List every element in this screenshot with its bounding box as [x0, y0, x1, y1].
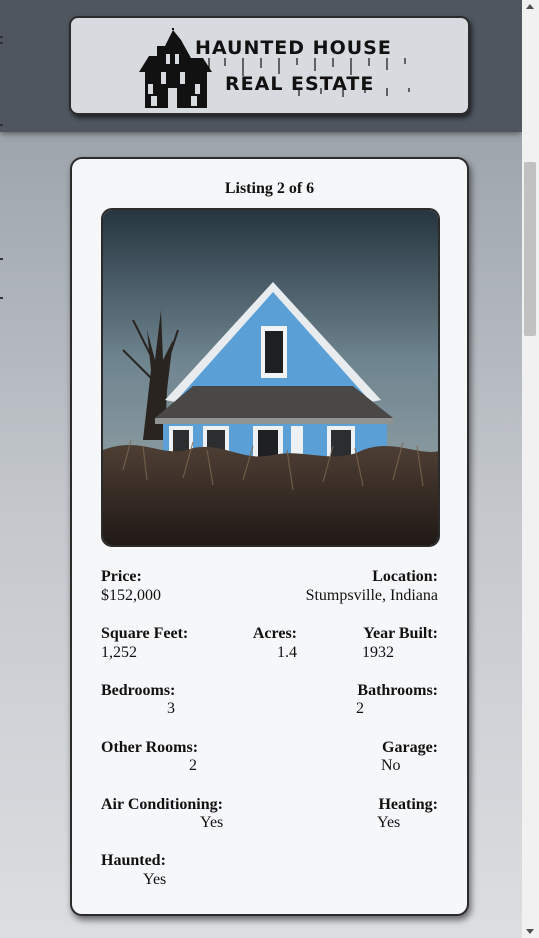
heating-value: Yes: [377, 814, 401, 831]
square-feet-label: Square Feet:: [101, 625, 189, 642]
location-label: Location:: [372, 568, 438, 585]
other-rooms-label: Other Rooms:: [101, 739, 199, 756]
year-built-label: Year Built:: [363, 625, 438, 642]
scroll-down-arrow-icon[interactable]: [526, 929, 534, 934]
logo-card[interactable]: HAUNTED HOUSE REAL ESTATE: [69, 16, 470, 115]
listing-card: Listing 2 of 6 Price: $152,000 Location:…: [70, 157, 469, 916]
haunted-label: Haunted:: [101, 852, 166, 869]
scrollbar-thumb[interactable]: [524, 162, 536, 336]
acres-label: Acres:: [252, 625, 297, 642]
bedrooms-label: Bedrooms:: [101, 682, 176, 699]
air-conditioning-label: Air Conditioning:: [101, 796, 223, 813]
vertical-scrollbar[interactable]: [522, 0, 539, 938]
left-edge-marks: [0, 0, 4, 938]
garage-value: No: [381, 757, 401, 774]
garage-label: Garage:: [382, 739, 438, 756]
bathrooms-label: Bathrooms:: [357, 682, 438, 699]
listing-photo[interactable]: [101, 208, 440, 547]
other-rooms-value: 2: [189, 757, 197, 774]
scroll-up-arrow-icon[interactable]: [526, 4, 534, 9]
location-value: Stumpsville, Indiana: [305, 587, 438, 604]
logo-title-line1: HAUNTED HOUSE: [195, 37, 392, 59]
price-value: $152,000: [101, 587, 161, 604]
price-label: Price:: [101, 568, 142, 585]
air-conditioning-value: Yes: [200, 814, 224, 831]
listing-counter: Listing 2 of 6: [224, 180, 315, 197]
bathrooms-value: 2: [356, 700, 364, 717]
year-built-value: 1932: [362, 644, 394, 661]
bedrooms-value: 3: [167, 700, 175, 717]
acres-value: 1.4: [277, 644, 297, 661]
heating-label: Heating:: [378, 796, 438, 813]
square-feet-value: 1,252: [101, 644, 137, 661]
logo-title-line2: REAL ESTATE: [225, 73, 375, 95]
haunted-value: Yes: [143, 871, 167, 888]
house-photo-image: [103, 210, 438, 545]
